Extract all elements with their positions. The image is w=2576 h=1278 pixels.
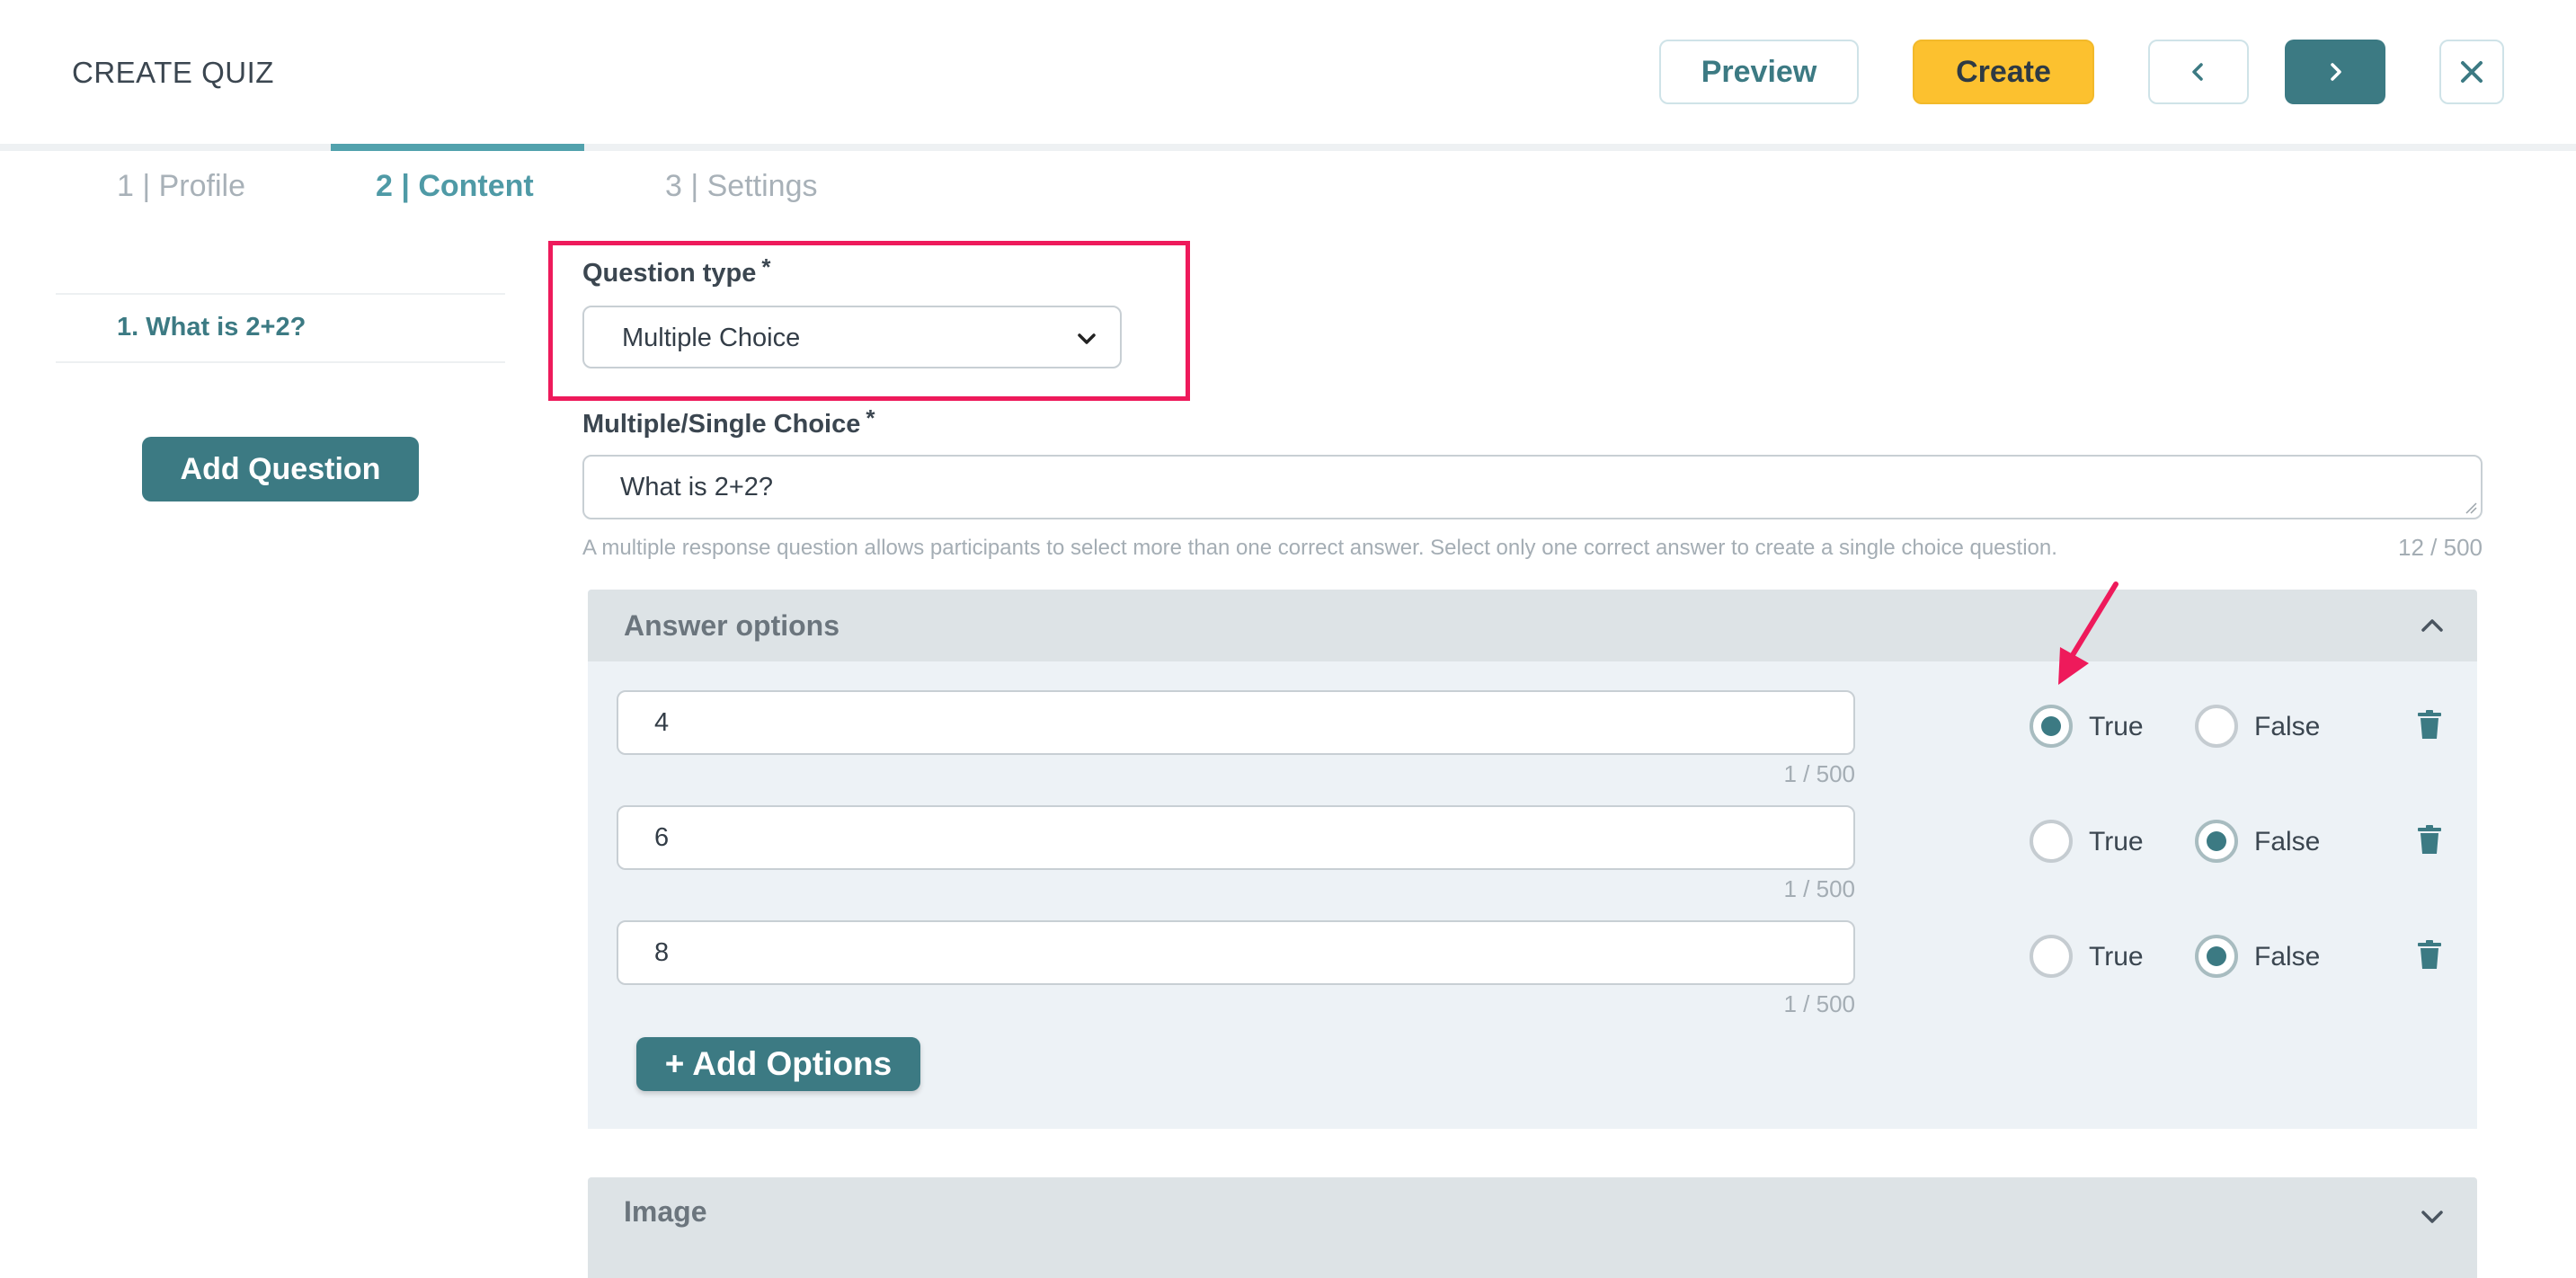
create-button[interactable]: Create [1913,40,2094,104]
radio-selected-dot [2041,716,2061,736]
sidebar-divider [56,361,505,363]
chevron-left-icon [2192,63,2203,81]
answer-option-counter: 1 / 500 [1783,875,1855,902]
chevron-down-icon [1078,333,1096,344]
question-text-input[interactable]: What is 2+2? [582,455,2483,519]
radio-false-label: False [2254,827,2321,856]
sidebar-question-item[interactable]: 1. What is 2+2? [117,313,306,342]
chevron-up-icon[interactable] [2416,609,2448,642]
radio-false[interactable] [2195,935,2238,978]
answer-option-counter: 1 / 500 [1783,990,1855,1017]
close-icon [2461,61,2483,83]
radio-true[interactable] [2030,935,2073,978]
active-tab-indicator [331,144,584,151]
radio-true-label: True [2089,712,2144,741]
radio-false-label: False [2254,942,2321,972]
question-type-select[interactable]: Multiple Choice [582,306,1122,368]
image-section-header[interactable]: Image [588,1177,2477,1278]
annotation-arrow-icon [2058,581,2119,685]
next-button[interactable] [2285,40,2385,104]
answer-options-title: Answer options [624,609,840,642]
previous-button[interactable] [2148,40,2249,104]
trash-icon[interactable] [2418,825,2441,854]
radio-true-label: True [2089,942,2144,972]
close-button[interactable] [2439,40,2504,104]
question-text-value: What is 2+2? [620,473,774,501]
tab-content[interactable]: 2 | Content [376,169,534,204]
radio-selected-dot [2207,946,2226,966]
chevron-down-icon[interactable] [2416,1201,2448,1233]
page-title: CREATE QUIZ [72,56,274,89]
answer-options-header[interactable]: Answer options [588,590,2477,661]
question-type-value: Multiple Choice [622,324,801,352]
answer-option-value: 4 [654,708,670,737]
radio-true[interactable] [2030,705,2073,748]
tab-profile[interactable]: 1 | Profile [117,169,245,204]
answer-option-input[interactable]: 4 [617,690,1855,755]
radio-true[interactable] [2030,820,2073,863]
radio-false[interactable] [2195,820,2238,863]
radio-selected-dot [2207,831,2226,851]
question-type-label: Question type * [582,253,771,288]
answer-option-input[interactable]: 6 [617,805,1855,870]
add-options-button[interactable]: + Add Options [636,1037,920,1091]
answer-option-counter: 1 / 500 [1783,760,1855,787]
radio-true-label: True [2089,827,2144,856]
question-char-counter: 12 / 500 [2398,534,2483,561]
sidebar-divider [56,293,505,295]
chevron-right-icon [2331,63,2341,81]
radio-false[interactable] [2195,705,2238,748]
question-help-text: A multiple response question allows part… [582,536,2057,560]
trash-icon[interactable] [2418,940,2441,969]
answer-option-value: 6 [654,823,670,852]
add-question-button[interactable]: Add Question [142,437,419,501]
tab-settings[interactable]: 3 | Settings [665,169,818,204]
resize-handle-icon[interactable] [2465,501,2477,514]
trash-icon[interactable] [2418,710,2441,739]
question-text-label: Multiple/Single Choice * [582,404,875,439]
radio-false-label: False [2254,712,2321,741]
answer-option-value: 8 [654,938,670,967]
required-mark: * [866,404,875,431]
preview-button[interactable]: Preview [1659,40,1859,104]
answer-option-input[interactable]: 8 [617,920,1855,985]
required-mark: * [761,253,771,280]
image-section-title: Image [624,1195,707,1228]
